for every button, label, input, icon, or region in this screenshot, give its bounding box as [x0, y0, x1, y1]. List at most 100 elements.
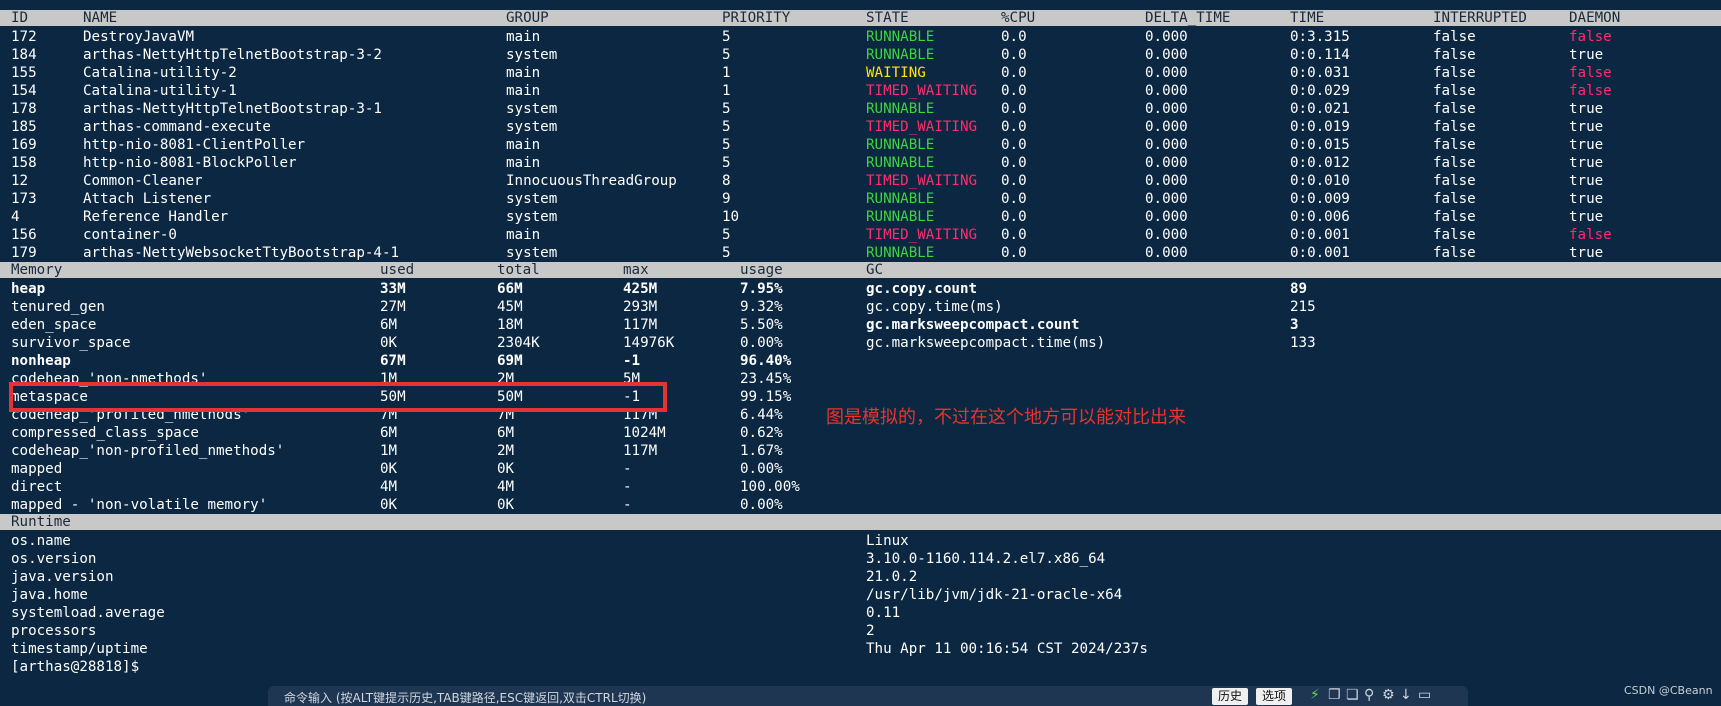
memory-usage: 7.95% [740, 281, 783, 297]
runtime-row: os.version 3.10.0-1160.114.2.el7.x86_64 [0, 550, 1721, 568]
thread-cpu: 0.0 [1001, 119, 1027, 135]
lightning-icon[interactable]: ⚡ [1310, 687, 1320, 703]
thread-state: RUNNABLE [866, 29, 935, 45]
runtime-name: processors [11, 623, 97, 639]
search-icon[interactable]: ⚲ [1364, 687, 1374, 703]
download-icon[interactable]: ↓ [1400, 687, 1412, 703]
thread-delta: 0.000 [1145, 245, 1188, 261]
thread-delta: 0.000 [1145, 29, 1188, 45]
thread-daemon: true [1569, 47, 1604, 63]
command-hint: 命令输入 (按ALT键提示历史,TAB键路径,ESC键返回,双击CTRL切换) [284, 691, 647, 705]
memory-usage: 96.40% [740, 353, 792, 369]
thread-group: system [506, 119, 558, 135]
thread-cpu: 0.0 [1001, 83, 1027, 99]
memory-total: 0K [497, 461, 515, 477]
thread-cpu: 0.0 [1001, 227, 1027, 243]
thread-daemon: true [1569, 119, 1604, 135]
thread-id: 179 [11, 245, 37, 261]
thread-state: RUNNABLE [866, 191, 935, 207]
memory-used: 67M [380, 353, 406, 369]
thread-id: 185 [11, 119, 37, 135]
thread-name: arthas-NettyWebsocketTtyBootstrap-4-1 [83, 245, 400, 261]
thread-state: RUNNABLE [866, 245, 935, 261]
thread-group: system [506, 101, 558, 117]
runtime-header: Runtime [0, 514, 1721, 530]
runtime-value: Linux [866, 533, 909, 549]
thread-daemon: true [1569, 245, 1604, 261]
thread-cpu: 0.0 [1001, 245, 1027, 261]
thread-name: http-nio-8081-ClientPoller [83, 137, 306, 153]
thread-daemon: false [1569, 83, 1612, 99]
thread-time: 0:0.019 [1290, 119, 1350, 135]
header-time: TIME [1290, 10, 1325, 26]
memory-used: 6M [380, 317, 398, 333]
memory-usage: 99.15% [740, 389, 792, 405]
thread-state: RUNNABLE [866, 209, 935, 225]
history-button[interactable]: 历史 [1212, 688, 1249, 705]
memory-name: heap [11, 281, 46, 297]
thread-state: TIMED_WAITING [866, 227, 978, 243]
thread-priority: 5 [722, 155, 731, 171]
runtime-name: os.name [11, 533, 71, 549]
thread-state: TIMED_WAITING [866, 173, 978, 189]
memory-max: 425M [623, 281, 658, 297]
memory-usage: 9.32% [740, 299, 783, 315]
thread-priority: 5 [722, 227, 731, 243]
memory-table-header: Memory used total max usage GC [0, 262, 1721, 278]
memory-used: 6M [380, 425, 398, 441]
memory-total: 18M [497, 317, 523, 333]
memory-used: 0K [380, 497, 398, 513]
thread-group: InnocuousThreadGroup [506, 173, 677, 189]
thread-cpu: 0.0 [1001, 155, 1027, 171]
runtime-value: 2 [866, 623, 875, 639]
thread-group: main [506, 227, 541, 243]
paste-icon[interactable]: ❏ [1346, 687, 1359, 703]
memory-row: heap 33M 66M 425M 7.95% gc.copy.count 89 [0, 280, 1721, 298]
thread-state: RUNNABLE [866, 101, 935, 117]
memory-name: tenured_gen [11, 299, 105, 315]
runtime-name: systemload.average [11, 605, 165, 621]
thread-row: 154 Catalina-utility-1 main 1 TIMED_WAITING 0… [0, 82, 1721, 100]
copy-icon[interactable]: ❐ [1328, 687, 1341, 703]
memory-total: 2M [497, 443, 515, 459]
thread-delta: 0.000 [1145, 173, 1188, 189]
thread-row: 173 Attach Listener system 9 RUNNABLE 0.0 0.00… [0, 190, 1721, 208]
thread-priority: 5 [722, 137, 731, 153]
thread-name: Catalina-utility-1 [83, 83, 237, 99]
thread-priority: 8 [722, 173, 731, 189]
thread-interrupted: false [1433, 245, 1476, 261]
gear-icon[interactable]: ⚙ [1382, 687, 1395, 703]
runtime-name: java.home [11, 587, 88, 603]
memory-total: 4M [497, 479, 515, 495]
memory-usage: 0.62% [740, 425, 783, 441]
thread-cpu: 0.0 [1001, 137, 1027, 153]
thread-time: 0:0.006 [1290, 209, 1350, 225]
command-input-bar[interactable]: 命令输入 (按ALT键提示历史,TAB键路径,ESC键返回,双击CTRL切换) … [268, 686, 1468, 706]
header-group: GROUP [506, 10, 549, 26]
thread-row: 4 Reference Handler system 10 RUNNABLE 0.0 0.0… [0, 208, 1721, 226]
header-delta: DELTA_TIME [1145, 10, 1231, 26]
thread-name: container-0 [83, 227, 177, 243]
options-button[interactable]: 选项 [1256, 688, 1293, 705]
memory-used: 33M [380, 281, 406, 297]
memory-used: 4M [380, 479, 398, 495]
thread-delta: 0.000 [1145, 65, 1188, 81]
thread-priority: 5 [722, 29, 731, 45]
memory-header-memory: Memory [11, 262, 63, 278]
memory-header-total: total [497, 262, 540, 278]
thread-row: 178 arthas-NettyHttpTelnetBootstrap-3-1 sy… [0, 100, 1721, 118]
thread-state: TIMED_WAITING [866, 83, 978, 99]
thread-id: 154 [11, 83, 37, 99]
thread-daemon: true [1569, 137, 1604, 153]
gc-value: 89 [1290, 281, 1308, 297]
memory-total: 45M [497, 299, 523, 315]
thread-row: 184 arthas-NettyHttpTelnetBootstrap-3-2 sy… [0, 46, 1721, 64]
window-icon[interactable]: ▭ [1418, 687, 1431, 703]
prompt-text: [arthas@28818]$ [11, 659, 140, 675]
thread-interrupted: false [1433, 119, 1476, 135]
thread-cpu: 0.0 [1001, 65, 1027, 81]
header-name: NAME [83, 10, 118, 26]
memory-usage: 100.00% [740, 479, 800, 495]
runtime-name: timestamp/uptime [11, 641, 148, 657]
thread-interrupted: false [1433, 191, 1476, 207]
